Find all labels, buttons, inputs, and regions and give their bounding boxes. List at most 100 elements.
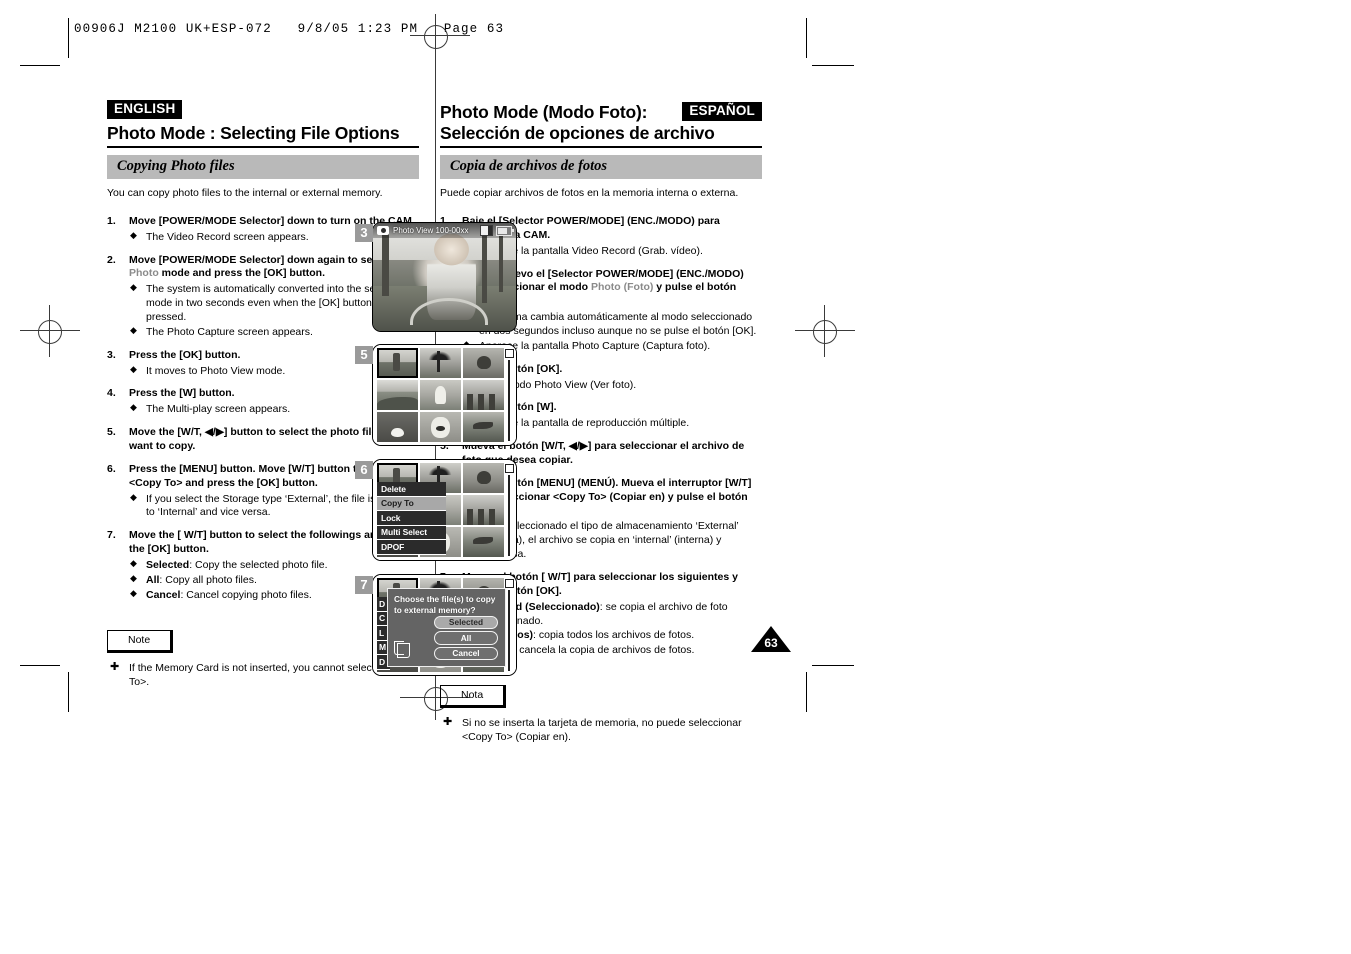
- thumbnail-item[interactable]: [463, 527, 504, 557]
- spanish-step-bullet-text: Si ha seleccionado el tipo de almacenami…: [479, 520, 739, 560]
- spanish-step-bullet-text: : cancela la copia de archivos de fotos.: [513, 644, 695, 657]
- menu-item-lock[interactable]: Lock: [377, 511, 446, 526]
- figure-copy-dialog: 7 D C L M D Choose the file(s) to copy t…: [355, 574, 517, 682]
- scrollbar[interactable]: [505, 579, 514, 671]
- spanish-page-title-line2: Selección de opciones de archivo: [440, 122, 715, 143]
- thumbnail-item[interactable]: [463, 412, 504, 442]
- menu-item-delete[interactable]: Delete: [377, 482, 446, 497]
- figure-photo-view: 3 Photo View 100-00xx: [355, 222, 517, 337]
- scrollbar-thumb[interactable]: [505, 464, 514, 473]
- diamond-bullet-icon: ◆: [130, 324, 137, 335]
- scrollbar-track[interactable]: [508, 590, 510, 671]
- english-step-bullet-text: The Photo Capture screen appears.: [146, 325, 313, 338]
- spanish-intro-text: Puede copiar archivos de fotos en la mem…: [440, 187, 739, 200]
- memory-card-icon: [480, 225, 493, 236]
- diamond-bullet-icon: ◆: [130, 557, 137, 568]
- scrollbar-track[interactable]: [508, 475, 510, 556]
- lcd-screen-photo-view: Photo View 100-00xx: [372, 222, 517, 332]
- thumbnail-item[interactable]: [420, 380, 461, 410]
- copy-files-icon: [394, 641, 410, 658]
- club-bullet-icon: ✚: [110, 660, 120, 673]
- lcd-status-icons: [480, 225, 514, 236]
- english-step-heading-part: Move [POWER/MODE Selector] down again to…: [129, 253, 391, 266]
- diamond-bullet-icon: ◆: [130, 572, 137, 583]
- camera-icon: [377, 226, 389, 235]
- scrollbar[interactable]: [505, 464, 514, 556]
- english-step-bullet-term: Cancel: [146, 588, 181, 601]
- spanish-language-badge: ESPAÑOL: [682, 102, 762, 121]
- english-intro-text: You can copy photo files to the internal…: [107, 187, 383, 200]
- spanish-note-item: ✚ Si no se inserta la tarjeta de memoria…: [440, 716, 762, 744]
- diamond-bullet-icon: ◆: [130, 491, 137, 502]
- spanish-step-bullet-text: : copia todos los archivos de fotos.: [533, 629, 695, 642]
- copy-confirm-dialog: Choose the file(s) to copy to external m…: [387, 588, 506, 667]
- menu-item-dpof[interactable]: DPOF: [377, 540, 446, 555]
- english-page-title: Photo Mode : Selecting File Options: [107, 122, 400, 143]
- thumbnail-item[interactable]: [377, 412, 418, 442]
- thumbnail-item[interactable]: [463, 495, 504, 525]
- english-note-label: Note: [107, 629, 174, 653]
- diamond-bullet-icon: ◆: [130, 363, 137, 374]
- english-step-bullet-text: The Multi-play screen appears.: [146, 403, 291, 416]
- diamond-bullet-icon: ◆: [130, 229, 137, 240]
- dialog-button-all[interactable]: All: [434, 631, 498, 645]
- dialog-button-group: Selected All Cancel: [434, 614, 498, 660]
- english-title-rule: [107, 146, 419, 149]
- figure-number-7: 7: [355, 576, 373, 594]
- english-section-heading: Copying Photo files: [107, 155, 419, 180]
- lcd-mode-label: Photo View 100-00xx: [393, 226, 469, 235]
- english-step-heading-part: mode and press the [OK] button.: [158, 267, 326, 280]
- english-step-number: 4.: [107, 387, 116, 400]
- thumbnail-item[interactable]: [377, 380, 418, 410]
- thumbnail-item[interactable]: [420, 412, 461, 442]
- figure-column: 3 Photo View 100-00xx 5 6 Delete Copy To…: [355, 222, 517, 689]
- spanish-note-list: ✚ Si no se inserta la tarjeta de memoria…: [440, 716, 762, 744]
- lcd-screen-menu: Delete Copy To Lock Multi Select DPOF: [372, 459, 517, 561]
- lcd-screen-dialog: DCLMD Choose the file(s) to copy to exte…: [372, 574, 517, 676]
- scrollbar-track[interactable]: [508, 360, 510, 441]
- thumbnail-item[interactable]: [463, 463, 504, 493]
- thumbnail-item[interactable]: [463, 348, 504, 378]
- dialog-button-selected[interactable]: Selected: [434, 615, 498, 629]
- english-language-badge: ENGLISH: [107, 100, 183, 119]
- english-step-number: 7.: [107, 529, 116, 542]
- spanish-step-bullet-text: El sistema cambia automáticamente al mod…: [479, 311, 757, 337]
- english-step-number: 3.: [107, 348, 116, 361]
- diamond-bullet-icon: ◆: [130, 587, 137, 598]
- lcd-menu-list: Delete Copy To Lock Multi Select DPOF: [377, 482, 446, 555]
- photo-background: [373, 223, 516, 331]
- spanish-title-rule: [440, 146, 762, 149]
- english-step-bullet-text: The Video Record screen appears.: [146, 230, 309, 243]
- english-step-bullet-text: : Cancel copying photo files.: [180, 588, 312, 601]
- scrollbar[interactable]: [505, 349, 514, 441]
- english-step-bullet-text: : Copy the selected photo file.: [189, 558, 328, 571]
- photo-pole: [498, 231, 504, 293]
- figure-multi-play: 5: [355, 344, 517, 452]
- figure-menu: 6 Delete Copy To Lock Multi Select DPOF: [355, 459, 517, 567]
- lcd-screen-multi-play: [372, 344, 517, 446]
- spanish-step-heading-mode-word: Photo (Foto): [590, 281, 654, 294]
- menu-item-copy-to[interactable]: Copy To: [377, 496, 446, 511]
- thumbnail-grid-screen: [373, 345, 516, 445]
- english-step-heading-mode-word: Photo: [129, 267, 159, 280]
- thumbnail-item[interactable]: [463, 380, 504, 410]
- scrollbar-thumb[interactable]: [505, 579, 514, 588]
- menu-item-multi-select[interactable]: Multi Select: [377, 525, 446, 540]
- english-step-number: 6.: [107, 462, 116, 475]
- figure-number-6: 6: [355, 461, 373, 479]
- diamond-bullet-icon: ◆: [130, 282, 137, 293]
- battery-icon: [496, 225, 514, 236]
- dialog-button-cancel[interactable]: Cancel: [434, 646, 498, 660]
- manual-page: ENGLISH Photo Mode : Selecting File Opti…: [0, 0, 1351, 954]
- scrollbar-thumb[interactable]: [505, 349, 514, 358]
- english-step-number: 2.: [107, 253, 116, 266]
- club-bullet-icon: ✚: [443, 716, 453, 729]
- figure-number-3: 3: [355, 224, 373, 242]
- thumbnail-item[interactable]: [377, 348, 418, 378]
- english-step-bullet-term: Selected: [146, 558, 190, 571]
- lcd-status-bar: Photo View 100-00xx: [373, 223, 516, 238]
- spanish-note-text: Si no se inserta la tarjeta de memoria, …: [462, 717, 742, 744]
- figure-number-5: 5: [355, 346, 373, 364]
- thumbnail-item[interactable]: [420, 348, 461, 378]
- english-step-number: 1.: [107, 214, 116, 227]
